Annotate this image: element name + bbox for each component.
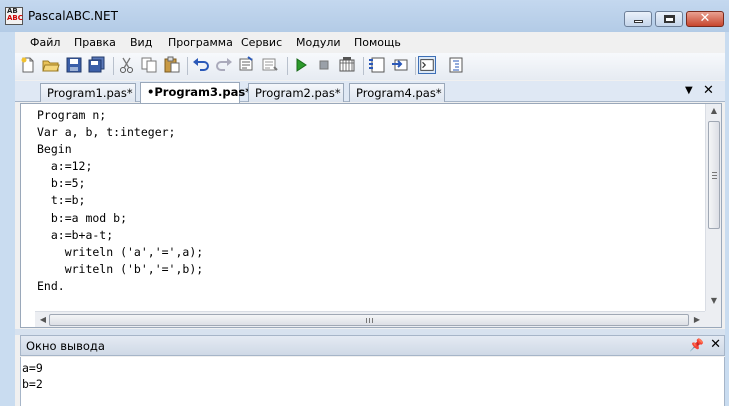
code-editor[interactable]: Program n; Var a, b, t:integer; Begin a:=1… [20, 103, 722, 328]
window-title: PascalABC.NET [28, 9, 118, 23]
tab-program4[interactable]: Program4.pas* [349, 83, 445, 102]
code-line: Begin [37, 142, 72, 157]
tab-close-icon[interactable]: ✕ [703, 83, 714, 98]
toolbar [15, 53, 725, 80]
horizontal-scroll-thumb[interactable] [49, 314, 689, 326]
toolbar-separator [113, 57, 114, 75]
save-all-icon[interactable] [88, 56, 106, 74]
debug-icon[interactable] [391, 56, 409, 74]
output-panel[interactable]: a=9 b=2 [20, 357, 725, 406]
scroll-corner [705, 311, 721, 327]
code-line: Var a, b, t:integer; [37, 125, 176, 140]
title-bar: AB ABC PascalABC.NET ✕ [0, 0, 729, 32]
toolbar-separator [287, 57, 288, 75]
scroll-up-icon[interactable]: ▲ [706, 106, 722, 115]
menu-service[interactable]: Сервис [241, 36, 282, 49]
compile-icon[interactable] [338, 56, 356, 74]
toolbar-separator [363, 57, 364, 75]
output-window-icon[interactable] [368, 56, 386, 74]
close-icon: ✕ [699, 11, 711, 26]
app-icon: AB ABC [5, 7, 23, 25]
vertical-scrollbar[interactable]: ▲ ▼ [705, 104, 721, 312]
menu-bar: Файл Правка Вид Программа Сервис Модули … [15, 32, 725, 52]
run-icon[interactable] [292, 56, 310, 74]
pin-icon[interactable]: 📌 [689, 338, 704, 352]
output-close-icon[interactable]: ✕ [710, 337, 721, 352]
editor-gutter [21, 104, 35, 312]
code-line: a:=b+a-t; [37, 227, 114, 242]
grip-line [712, 178, 717, 179]
output-line: a=9 [22, 361, 43, 375]
scroll-down-icon[interactable]: ▼ [706, 296, 722, 305]
code-line: Program n; [37, 108, 107, 122]
new-file-icon[interactable] [19, 56, 37, 74]
code-line: End. [37, 278, 65, 293]
desktop-edge-left [0, 32, 15, 406]
stop-icon[interactable] [315, 56, 333, 74]
menu-edit[interactable]: Правка [74, 36, 116, 49]
format-icon[interactable] [447, 56, 465, 74]
main-window: Файл Правка Вид Программа Сервис Модули … [15, 32, 725, 406]
paste-icon[interactable] [163, 56, 181, 74]
find-icon[interactable] [238, 56, 256, 74]
editor-tabs: Program1.pas* •Program3.pas* Program2.pa… [15, 81, 725, 103]
toolbar-separator [187, 57, 188, 75]
save-icon[interactable] [65, 56, 83, 74]
grip-line [712, 175, 717, 176]
redo-icon[interactable] [215, 56, 233, 74]
open-folder-icon[interactable] [42, 56, 60, 74]
grip-line [369, 318, 370, 323]
code-line: writeln ('b','=',b); [37, 261, 204, 276]
grip-line [712, 172, 717, 173]
code-line: b:=5; [37, 176, 86, 191]
undo-icon[interactable] [192, 56, 210, 74]
output-panel-header: Окно вывода 📌 ✕ [20, 335, 725, 356]
menu-file[interactable]: Файл [30, 36, 60, 49]
maximize-button[interactable] [655, 11, 683, 27]
code-line: b:=a mod b; [37, 210, 128, 225]
tab-list-dropdown-icon[interactable]: ▼ [685, 85, 693, 96]
code-line: a:=12; [37, 159, 93, 174]
tab-program1[interactable]: Program1.pas* [40, 83, 136, 102]
code-line: writeln ('a','=',a); [37, 244, 204, 259]
console-icon[interactable] [418, 56, 436, 74]
menu-view[interactable]: Вид [130, 36, 152, 49]
menu-help[interactable]: Помощь [354, 36, 401, 49]
maximize-icon [664, 15, 675, 23]
grip-line [372, 318, 373, 323]
desktop-edge-right [725, 32, 729, 406]
grip-line [366, 318, 367, 323]
scroll-right-icon[interactable]: ▶ [689, 315, 705, 324]
code-line: t:=b; [37, 193, 86, 208]
close-button[interactable]: ✕ [686, 11, 724, 27]
tab-program3[interactable]: •Program3.pas* [140, 82, 251, 103]
horizontal-scrollbar[interactable]: ◀ ▶ [35, 311, 705, 327]
cut-icon[interactable] [118, 56, 136, 74]
menu-program[interactable]: Программа [168, 36, 233, 49]
vertical-scroll-thumb[interactable] [708, 121, 720, 229]
output-panel-title: Окно вывода [26, 339, 105, 353]
copy-icon[interactable] [140, 56, 158, 74]
replace-icon[interactable] [261, 56, 279, 74]
minimize-button[interactable] [624, 11, 652, 27]
toolbar-separator [415, 57, 416, 75]
tab-program2[interactable]: Program2.pas* [248, 83, 344, 102]
output-line: b=2 [22, 377, 43, 391]
minimize-icon [634, 20, 643, 23]
code-text[interactable]: Program n; Var a, b, t:integer; Begin a:=1… [37, 107, 203, 295]
menu-modules[interactable]: Модули [296, 36, 341, 49]
